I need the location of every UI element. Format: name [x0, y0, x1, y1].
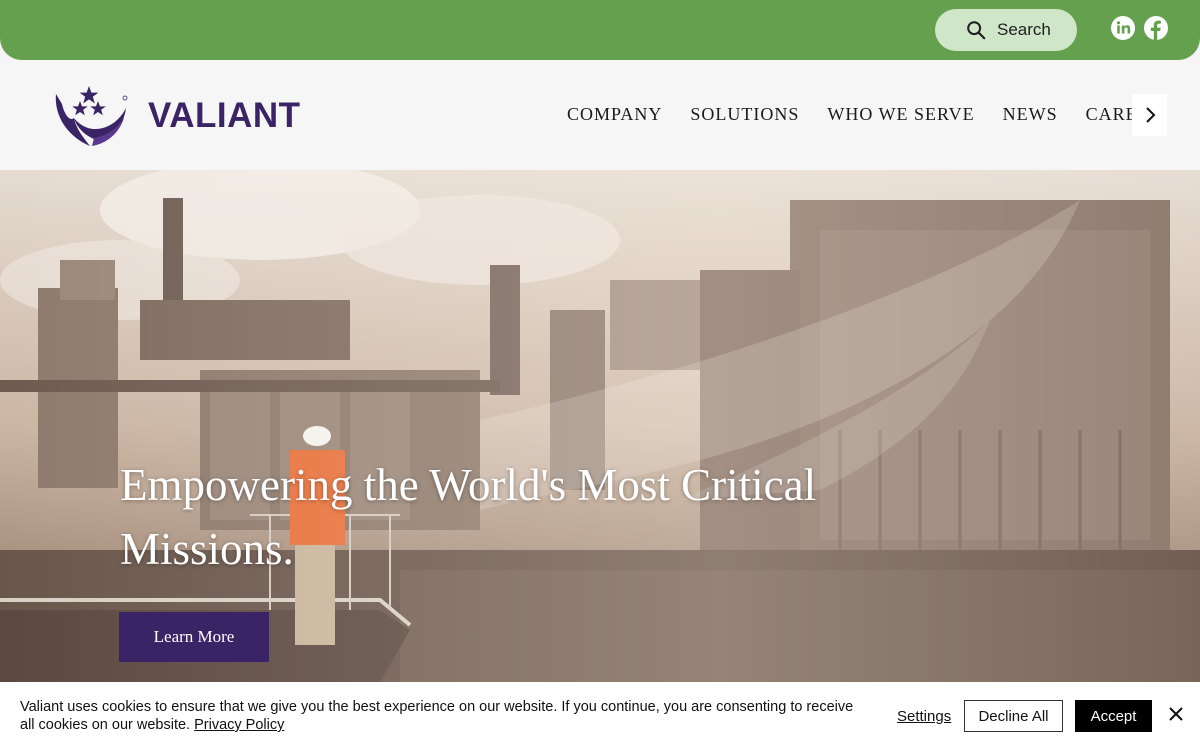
industrial-plant-background-image: [0, 170, 1200, 682]
learn-more-button[interactable]: Learn More: [119, 612, 269, 662]
accept-button[interactable]: Accept: [1075, 700, 1152, 732]
eagle-stars-logo-icon: [55, 86, 128, 146]
nav-solutions[interactable]: SOLUTIONS: [690, 104, 799, 125]
nav-company[interactable]: COMPANY: [567, 104, 662, 125]
cookie-message: Valiant uses cookies to ensure that we g…: [20, 698, 870, 734]
logo-wordmark: VALIANT: [148, 96, 301, 135]
nav-news[interactable]: NEWS: [1003, 104, 1058, 125]
cookie-settings-link[interactable]: Settings: [897, 708, 951, 725]
hero-banner: Empowering the World's Most Critical Mis…: [0, 170, 1200, 682]
search-icon: [967, 21, 986, 40]
search-label: Search: [997, 20, 1051, 39]
search-button[interactable]: Search: [935, 9, 1077, 51]
chevron-right-icon: [1145, 107, 1155, 123]
nav-careers[interactable]: CAREERS: [1086, 104, 1132, 125]
decline-all-button[interactable]: Decline All: [964, 700, 1063, 732]
nav-scroll-right-button[interactable]: [1132, 94, 1167, 136]
site-header: VALIANT COMPANY SOLUTIONS WHO WE SERVE N…: [0, 60, 1200, 170]
facebook-icon[interactable]: [1143, 15, 1169, 41]
cookie-message-text: Valiant uses cookies to ensure that we g…: [20, 699, 854, 733]
linkedin-icon[interactable]: [1110, 15, 1136, 41]
hero-title: Empowering the World's Most Critical Mis…: [120, 460, 817, 574]
privacy-policy-link[interactable]: Privacy Policy: [194, 717, 284, 733]
close-icon[interactable]: [1167, 705, 1185, 723]
logo[interactable]: VALIANT: [52, 84, 301, 148]
nav-who-we-serve[interactable]: WHO WE SERVE: [827, 104, 974, 125]
cookie-consent-banner: Valiant uses cookies to ensure that we g…: [0, 682, 1200, 750]
top-utility-bar: Search: [0, 0, 1200, 60]
main-nav: COMPANY SOLUTIONS WHO WE SERVE NEWS CARE…: [567, 104, 1132, 125]
